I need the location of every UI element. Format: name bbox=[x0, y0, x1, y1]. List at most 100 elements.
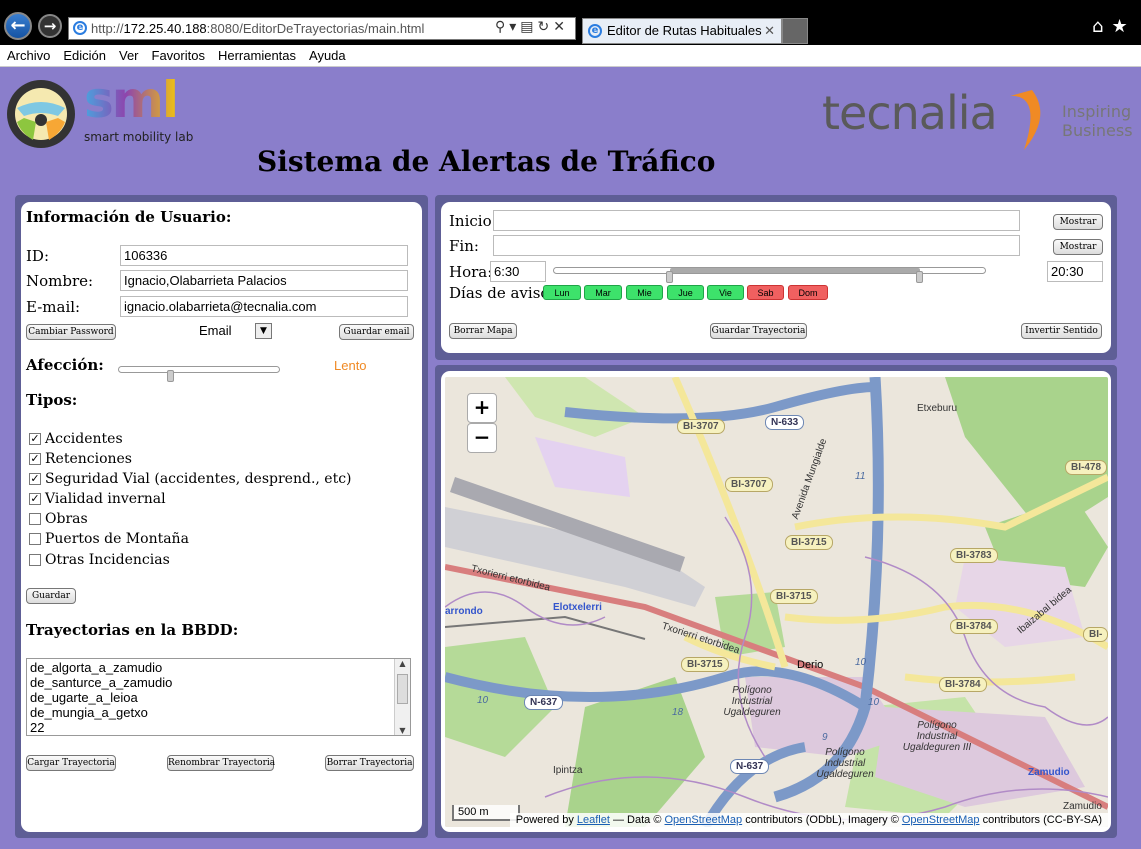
browser-tab[interactable]: e Editor de Rutas Habituales ✕ bbox=[582, 18, 782, 44]
leaflet-link[interactable]: Leaflet bbox=[577, 814, 610, 826]
notify-select-value[interactable]: Email bbox=[199, 323, 232, 338]
day-vie-button[interactable]: Vie bbox=[707, 285, 744, 300]
menu-archivo[interactable]: Archivo bbox=[0, 45, 56, 63]
road-number: 10 bbox=[855, 657, 867, 668]
hour-end-field[interactable]: 20:30 bbox=[1047, 261, 1103, 282]
road-label: N-637 bbox=[730, 759, 770, 774]
day-jue-button[interactable]: Jue bbox=[667, 285, 704, 300]
sml-logo: sml smart mobility lab bbox=[6, 72, 206, 152]
clear-map-button[interactable]: Borrar Mapa bbox=[449, 323, 517, 339]
road-label: BI-3707 bbox=[725, 477, 773, 492]
place-label: Polígono Industrial Ugaldeguren III bbox=[902, 720, 972, 753]
listbox-scrollbar[interactable]: ▲ ▼ bbox=[394, 659, 410, 735]
email-label: E-mail: bbox=[26, 298, 81, 316]
id-label: ID: bbox=[26, 247, 50, 265]
menu-ayuda[interactable]: Ayuda bbox=[302, 45, 352, 63]
day-mie-button[interactable]: Mie bbox=[626, 285, 663, 300]
station-label: Elotxelerri bbox=[553, 602, 602, 613]
road-label: N-637 bbox=[524, 695, 564, 710]
route-panel: Inicio: Mostrar Fin: Mostrar Hora: 6:30 … bbox=[441, 202, 1111, 353]
home-icon[interactable]: ⌂ bbox=[1092, 16, 1111, 37]
osm-imagery-link[interactable]: OpenStreetMap bbox=[902, 814, 980, 826]
day-mar-button[interactable]: Mar bbox=[584, 285, 622, 300]
type-checkbox[interactable]: ✓ bbox=[29, 473, 41, 485]
list-item[interactable]: de_santurce_a_zamudio bbox=[30, 675, 407, 690]
zoom-out-button[interactable]: − bbox=[467, 423, 497, 453]
day-dom-button[interactable]: Dom bbox=[788, 285, 828, 300]
close-tab-icon[interactable]: ✕ bbox=[764, 19, 775, 43]
road-number: 10 bbox=[477, 695, 489, 706]
user-panel: Información de Usuario: ID: 106336 Nombr… bbox=[21, 202, 422, 832]
type-checkbox[interactable]: ✓ bbox=[29, 493, 41, 505]
delete-trajectory-button[interactable]: Borrar Trayectoria bbox=[325, 755, 414, 771]
type-checkbox[interactable] bbox=[29, 554, 41, 566]
list-item[interactable]: 22 bbox=[30, 720, 407, 735]
station-label: Zamudio bbox=[1028, 767, 1070, 778]
search-icon[interactable]: ⚲ bbox=[495, 19, 509, 35]
hour-start-handle[interactable] bbox=[666, 271, 673, 283]
place-label: Derio bbox=[797, 659, 824, 671]
end-input[interactable] bbox=[493, 235, 1020, 256]
affection-slider[interactable] bbox=[118, 366, 280, 373]
load-trajectory-button[interactable]: Cargar Trayectoria bbox=[26, 755, 116, 771]
type-checkbox[interactable] bbox=[29, 513, 41, 525]
list-item[interactable]: de_algorta_a_zamudio bbox=[30, 660, 407, 675]
hour-range-fill bbox=[670, 268, 920, 273]
zoom-in-button[interactable]: + bbox=[467, 393, 497, 423]
email-field[interactable]: ignacio.olabarrieta@tecnalia.com bbox=[120, 296, 408, 317]
tecnalia-wordmark: tecnalia bbox=[822, 86, 998, 140]
menu-favoritos[interactable]: Favoritos bbox=[145, 45, 211, 63]
notify-dropdown-arrow-icon[interactable]: ▼ bbox=[255, 323, 272, 339]
forward-arrow-icon[interactable]: → bbox=[38, 14, 62, 38]
show-start-button[interactable]: Mostrar bbox=[1053, 214, 1103, 230]
type-checkbox[interactable]: ✓ bbox=[29, 433, 41, 445]
show-end-button[interactable]: Mostrar bbox=[1053, 239, 1103, 255]
name-field[interactable]: Ignacio,Olabarrieta Palacios bbox=[120, 270, 408, 291]
favorites-star-icon[interactable]: ★ bbox=[1111, 16, 1135, 37]
tab-ie-icon: e bbox=[588, 24, 602, 38]
type-checkbox[interactable] bbox=[29, 533, 41, 545]
road-label: BI-478 bbox=[1065, 460, 1108, 475]
new-tab-button[interactable] bbox=[782, 18, 808, 44]
scroll-down-icon[interactable]: ▼ bbox=[395, 726, 410, 735]
road-number: 9 bbox=[822, 732, 828, 743]
save-email-button[interactable]: Guardar email bbox=[339, 324, 414, 340]
day-sab-button[interactable]: Sab bbox=[747, 285, 784, 300]
menu-ver[interactable]: Ver bbox=[112, 45, 145, 63]
page-title: Sistema de Alertas de Tráfico bbox=[257, 145, 716, 178]
affection-slider-handle[interactable] bbox=[166, 370, 174, 382]
list-item[interactable]: de_ugarte_a_leioa bbox=[30, 690, 407, 705]
scroll-up-icon[interactable]: ▲ bbox=[395, 659, 410, 668]
place-label: Polígono Industrial Ugaldeguren bbox=[816, 747, 874, 780]
hour-end-handle[interactable] bbox=[916, 271, 923, 283]
leaflet-map[interactable]: + − BI-3707 N-633 BI-3707 BI-478 BI-3715… bbox=[445, 377, 1108, 827]
scroll-thumb[interactable] bbox=[397, 674, 408, 704]
menu-herramientas[interactable]: Herramientas bbox=[211, 45, 302, 63]
id-field[interactable]: 106336 bbox=[120, 245, 408, 266]
menu-edicion[interactable]: Edición bbox=[56, 45, 112, 63]
invert-direction-button[interactable]: Invertir Sentido bbox=[1021, 323, 1102, 339]
hour-start-field[interactable]: 6:30 bbox=[490, 261, 546, 282]
type-checkbox[interactable]: ✓ bbox=[29, 453, 41, 465]
start-input[interactable] bbox=[493, 210, 1020, 231]
refresh-icon[interactable]: ↻ bbox=[538, 19, 554, 35]
change-password-button[interactable]: Cambiar Password bbox=[26, 324, 116, 340]
list-item[interactable]: de_mungia_a_getxo bbox=[30, 705, 407, 720]
trajectories-listbox[interactable]: de_algorta_a_zamudio de_santurce_a_zamud… bbox=[26, 658, 411, 736]
save-types-button[interactable]: Guardar bbox=[26, 588, 76, 604]
stop-icon[interactable]: ✕ bbox=[553, 19, 569, 35]
road-number: 11 bbox=[855, 471, 866, 482]
day-lun-button[interactable]: Lun bbox=[543, 285, 581, 300]
back-arrow-icon[interactable]: ← bbox=[4, 12, 32, 40]
rename-trajectory-button[interactable]: Renombrar Trayectoria bbox=[167, 755, 275, 771]
affection-value: Lento bbox=[334, 358, 367, 373]
sml-subtitle: smart mobility lab bbox=[84, 130, 194, 144]
dropdown-icon[interactable]: ▾ bbox=[509, 19, 520, 35]
tagline-business: Business bbox=[1062, 121, 1133, 140]
tagline-inspiring: Inspiring bbox=[1062, 102, 1132, 121]
road-label: BI- bbox=[1083, 627, 1108, 642]
compat-view-icon[interactable]: ▤ bbox=[520, 19, 537, 35]
osm-link[interactable]: OpenStreetMap bbox=[665, 814, 743, 826]
save-route-button[interactable]: Guardar Trayectoria bbox=[710, 323, 807, 339]
station-label: arrondo bbox=[445, 606, 483, 617]
